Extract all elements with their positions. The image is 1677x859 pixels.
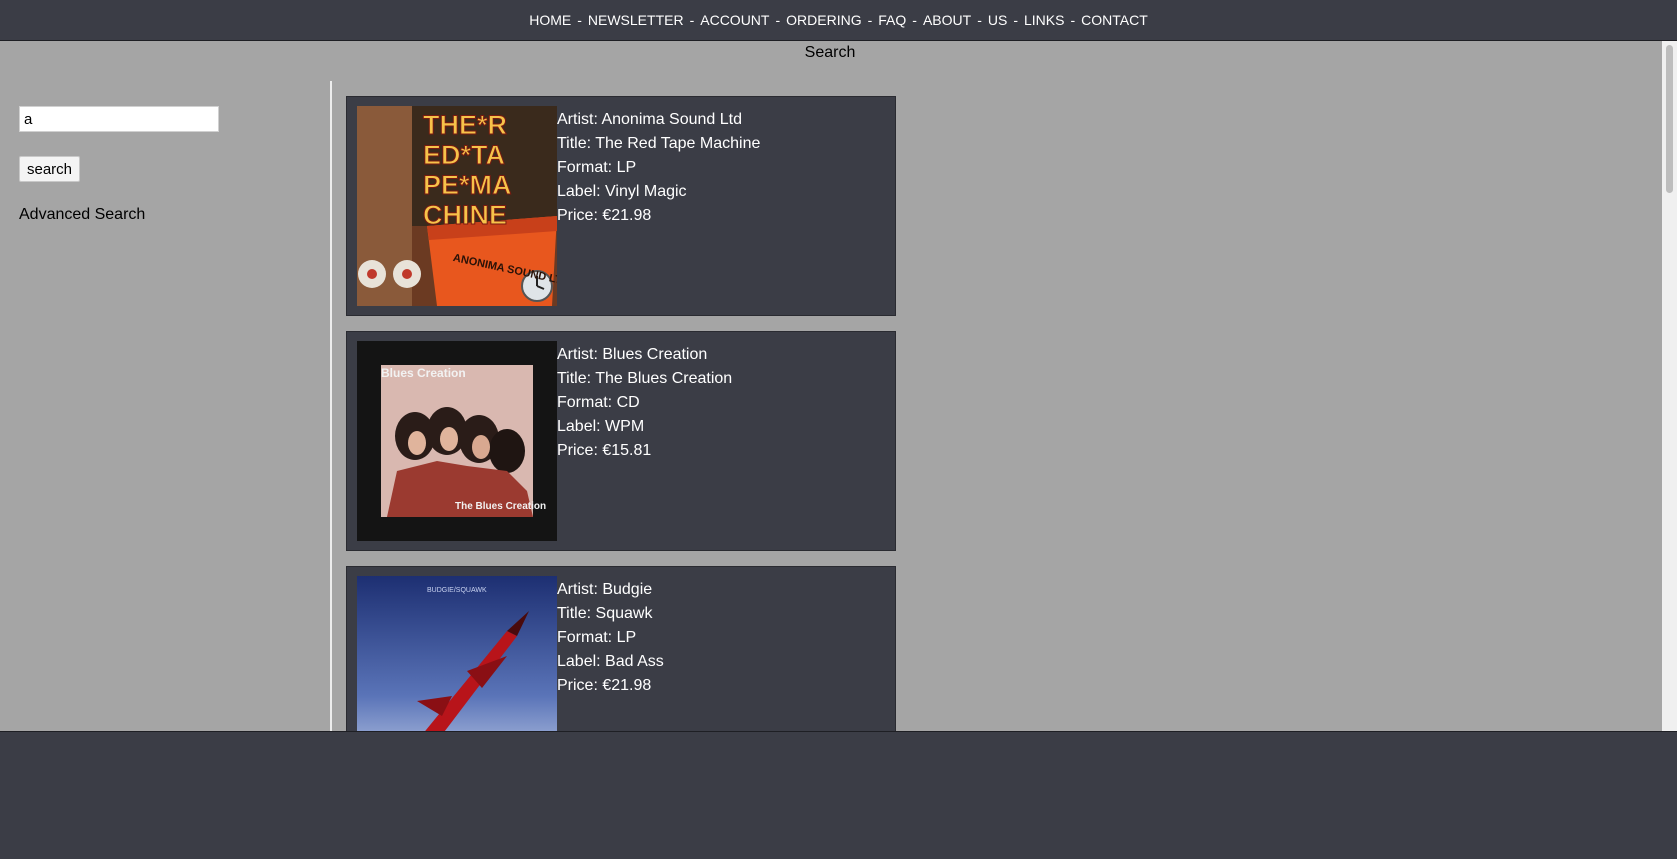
product-card[interactable]: Blues Creation The Blues Creation Artist… [346,331,896,551]
nav-account[interactable]: ACCOUNT [700,12,769,28]
label-text: Label: WPM [557,418,645,435]
format-text: Format: LP [557,629,637,646]
product-info: Artist: Budgie Title: Squawk Format: LP … [557,578,664,698]
page-title: Search [804,44,856,61]
scrollbar-thumb[interactable] [1666,45,1673,193]
cover-title-text: Blues Creation [381,366,466,380]
nav-newsletter[interactable]: NEWSLETTER [588,12,684,28]
label-text: Label: Vinyl Magic [557,183,687,200]
price-text: Price: €21.98 [557,207,652,224]
nav-links[interactable]: LINKS [1024,12,1064,28]
nav-separator: - [912,12,917,28]
album-cover-image[interactable]: THE*R ED*TA PE*MA CHINE ANONIMA SOUND LT… [357,106,557,306]
price-text: Price: €21.98 [557,677,652,694]
nav-separator: - [1013,12,1018,28]
product-info: Artist: Blues Creation Title: The Blues … [557,343,732,463]
product-card[interactable]: BUDGIE/SQUAWK Artist: Budgie Title: Squa… [346,566,896,731]
nav-separator: - [867,12,873,28]
nav-separator: - [977,12,982,28]
format-text: Format: CD [557,394,640,411]
format-text: Format: LP [557,159,637,176]
content-area: Search search Advanced Search THE*R [0,41,1677,732]
price-text: Price: €15.81 [557,442,652,459]
cover-text-line: THE*R [423,110,507,140]
label-text: Label: Bad Ass [557,653,664,670]
album-cover-image[interactable]: BUDGIE/SQUAWK [357,576,557,731]
artist-text: Artist: Anonima Sound Ltd [557,111,742,128]
product-card[interactable]: THE*R ED*TA PE*MA CHINE ANONIMA SOUND LT… [346,96,896,316]
artist-text: Artist: Budgie [557,581,653,598]
cover-text-line: ED*TA [423,140,505,170]
cover-text-line: PE*MA [423,170,512,200]
nav-faq[interactable]: FAQ [878,12,906,28]
title-text: Title: The Red Tape Machine [557,135,761,152]
cover-subtitle-text: The Blues Creation [455,501,546,512]
nav-separator: - [577,12,582,28]
nav-separator: - [689,12,695,28]
top-navigation: HOME - NEWSLETTER - ACCOUNT - ORDERING -… [0,0,1677,41]
nav-about[interactable]: ABOUT [923,12,971,28]
nav-us[interactable]: US [988,12,1007,28]
title-text: Title: Squawk [557,605,653,622]
cover-title-text: BUDGIE/SQUAWK [427,587,487,594]
nav-contact[interactable]: CONTACT [1081,12,1148,28]
nav-ordering[interactable]: ORDERING [786,12,861,28]
nav-separator: - [775,12,781,28]
vertical-scrollbar[interactable] [1662,41,1677,731]
advanced-search-link[interactable]: Advanced Search [19,206,145,224]
product-info: Artist: Anonima Sound Ltd Title: The Red… [557,108,760,228]
cover-text-line: CHINE [423,200,507,230]
artist-text: Artist: Blues Creation [557,346,708,363]
search-input[interactable] [19,106,219,132]
nav-separator: - [1070,12,1076,28]
title-text: Title: The Blues Creation [557,370,733,387]
footer [0,732,1677,859]
album-cover-image[interactable]: Blues Creation The Blues Creation [357,341,557,541]
search-button[interactable]: search [19,156,81,182]
nav-home[interactable]: HOME [529,12,571,28]
